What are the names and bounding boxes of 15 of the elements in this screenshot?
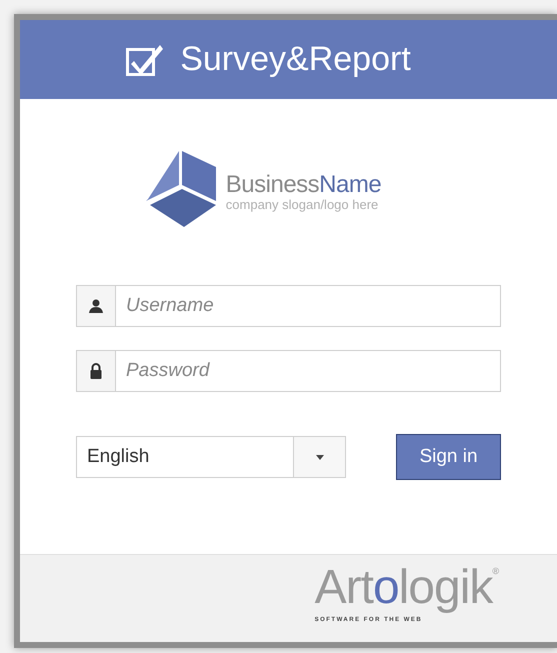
username-field[interactable]: Username [116,285,501,327]
company-name: Business [226,171,320,198]
company-name: Name [319,171,382,198]
password-field[interactable]: Password [116,350,501,392]
cube-logo-icon [146,149,218,229]
brand-logo-text: Artologik [314,561,492,615]
company-slogan: company slogan/logo here [226,198,380,212]
app-title: Survey&Report [180,39,411,80]
language-select[interactable]: English [76,436,346,478]
checkbox-icon [126,42,164,76]
lock-icon [90,363,102,379]
person-icon [89,299,103,313]
caret-icon [316,454,324,460]
registered-mark: ® [492,565,499,576]
sign-in-button[interactable]: Sign in [396,434,501,480]
